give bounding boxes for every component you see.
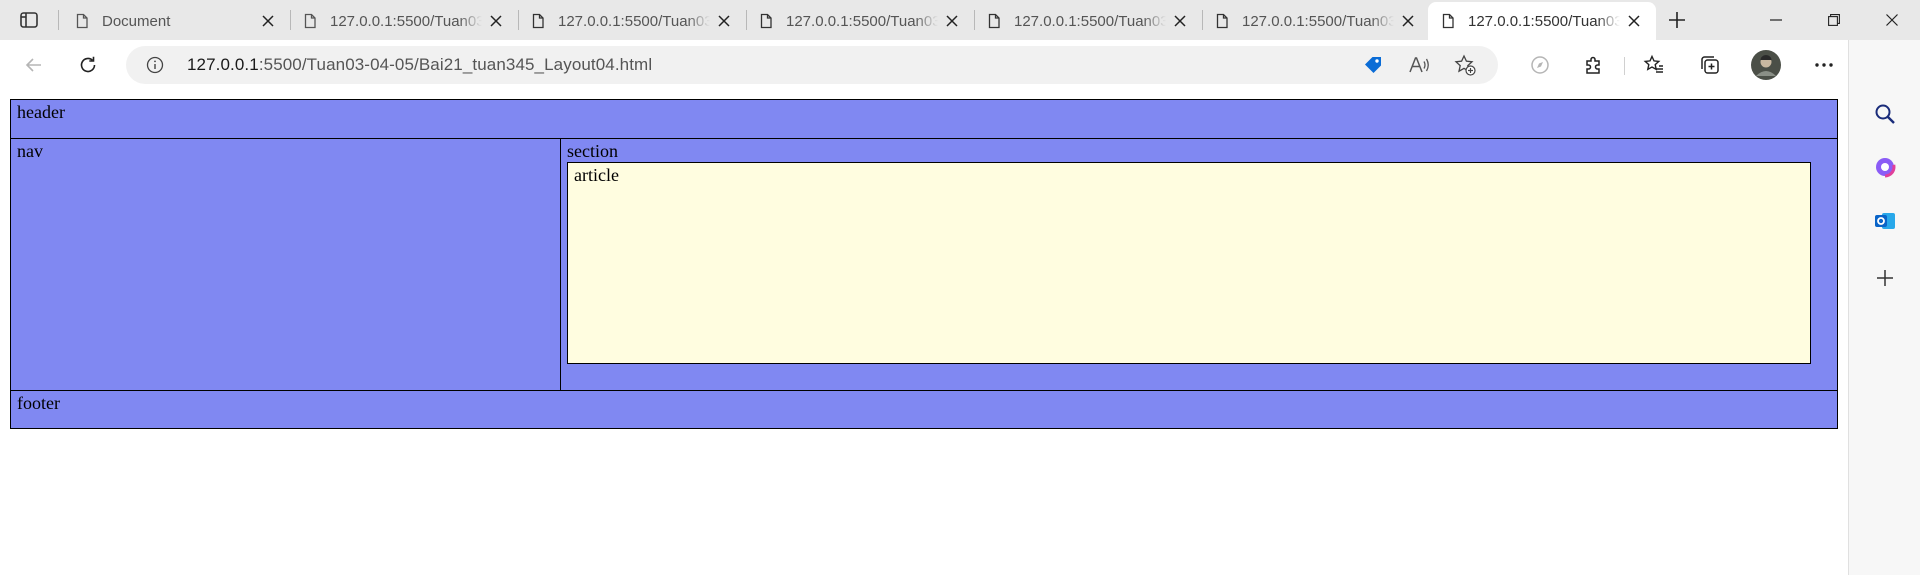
- url-path: :5500/Tuan03-04-05/Bai21_tuan345_Layout0…: [258, 55, 653, 74]
- page-viewport: header nav section article footer: [0, 90, 1848, 575]
- plus-icon: [1669, 12, 1685, 28]
- address-bar[interactable]: 127.0.0.1:5500/Tuan03-04-05/Bai21_tuan34…: [126, 46, 1498, 84]
- tab-divider: [58, 10, 59, 30]
- tab-1[interactable]: 127.0.0.1:5500/Tuan03-04-05/Bai20.html: [290, 2, 518, 40]
- profile-avatar[interactable]: [1750, 49, 1782, 81]
- search-icon: [1875, 104, 1895, 124]
- tab-6-active[interactable]: 127.0.0.1:5500/Tuan03-04-05/Bai21_tuan34…: [1428, 2, 1656, 40]
- favorites-icon: [1643, 54, 1663, 73]
- new-tab-button[interactable]: [1662, 6, 1692, 34]
- page-icon: [304, 13, 316, 29]
- plus-icon: [1877, 270, 1893, 286]
- tab-0[interactable]: Document: [62, 2, 290, 40]
- refresh-button[interactable]: [72, 49, 104, 81]
- header-text: header: [17, 102, 65, 122]
- minimize-icon: [1770, 19, 1782, 21]
- close-window-button[interactable]: [1864, 0, 1920, 40]
- close-icon[interactable]: [944, 13, 960, 29]
- minimize-button[interactable]: [1748, 0, 1804, 40]
- favorites-button[interactable]: [1638, 49, 1670, 81]
- avatar: [1751, 50, 1781, 80]
- toolbar-divider: [1624, 57, 1625, 75]
- restore-icon: [1828, 14, 1840, 26]
- copilot-icon: [1874, 156, 1896, 178]
- add-sidebar-app-button[interactable]: [1869, 262, 1901, 294]
- url-text[interactable]: 127.0.0.1:5500/Tuan03-04-05/Bai21_tuan34…: [187, 55, 652, 75]
- close-icon[interactable]: [1626, 13, 1642, 29]
- tab-title: 127.0.0.1:5500/Tuan03-04-05/Bai20.html: [330, 12, 482, 30]
- info-icon[interactable]: [146, 56, 164, 74]
- layout-middle-row: nav section article: [10, 139, 1838, 391]
- collections-icon: [1701, 56, 1719, 74]
- collections-button[interactable]: [1694, 49, 1726, 81]
- layout-footer: footer: [10, 391, 1838, 429]
- tab-strip: Document 127.0.0.1:5500/Tuan03-04-05/Bai…: [0, 0, 1920, 40]
- browser-essentials-button[interactable]: [1524, 49, 1556, 81]
- read-aloud-icon[interactable]: [1408, 54, 1430, 76]
- tab-4[interactable]: 127.0.0.1:5500/Tuan03-04-05/Bai21_tuan34…: [974, 2, 1202, 40]
- page-icon: [1216, 13, 1228, 29]
- nav-text: nav: [17, 141, 43, 161]
- footer-text: footer: [17, 393, 60, 413]
- tag-icon[interactable]: [1362, 54, 1384, 76]
- page-icon: [1442, 13, 1454, 29]
- outlook-icon: [1875, 213, 1895, 229]
- layout-article: article: [567, 162, 1811, 364]
- restore-button[interactable]: [1806, 0, 1862, 40]
- article-text: article: [574, 165, 619, 185]
- url-host: 127.0.0.1: [187, 55, 259, 74]
- puzzle-icon: [1586, 56, 1600, 74]
- page-icon: [988, 13, 1000, 29]
- refresh-icon: [80, 56, 96, 73]
- browser-toolbar: 127.0.0.1:5500/Tuan03-04-05/Bai21_tuan34…: [0, 40, 1920, 90]
- compass-icon: [1531, 56, 1549, 74]
- close-icon[interactable]: [260, 13, 276, 29]
- close-icon[interactable]: [488, 13, 504, 29]
- back-button[interactable]: [18, 49, 50, 81]
- tab-title: 127.0.0.1:5500/Tuan03-04-05/Bai21_tuan34…: [1014, 12, 1166, 30]
- tab-actions-icon[interactable]: [13, 6, 45, 34]
- page-icon: [532, 13, 544, 29]
- search-button[interactable]: [1869, 98, 1901, 130]
- layout-page: header nav section article footer: [10, 99, 1838, 429]
- layout-section: section article: [561, 139, 1838, 391]
- tab-title: 127.0.0.1:5500/Tuan03-04-05/Bai21_tuan34…: [786, 12, 938, 30]
- page-icon: [760, 13, 772, 29]
- more-button[interactable]: [1808, 49, 1840, 81]
- ellipsis-icon: [1815, 63, 1833, 67]
- layout-header: header: [10, 99, 1838, 139]
- tab-title: 127.0.0.1:5500/Tuan03-04-05/Bai21_tuan34…: [1468, 12, 1620, 30]
- extensions-button[interactable]: [1578, 49, 1610, 81]
- copilot-button[interactable]: [1869, 151, 1901, 183]
- close-icon[interactable]: [1400, 13, 1416, 29]
- side-panel: [1848, 40, 1920, 575]
- close-icon: [1886, 14, 1898, 26]
- tab-title: 127.0.0.1:5500/Tuan03-04-05/Bai21_tuan34…: [1242, 12, 1394, 30]
- outlook-button[interactable]: [1869, 205, 1901, 237]
- close-icon[interactable]: [1172, 13, 1188, 29]
- tab-title: 127.0.0.1:5500/Tuan03-04-05/Bai21.html: [558, 12, 710, 30]
- tab-5[interactable]: 127.0.0.1:5500/Tuan03-04-05/Bai21_tuan34…: [1202, 2, 1430, 40]
- close-icon[interactable]: [716, 13, 732, 29]
- section-text: section: [567, 141, 618, 161]
- tab-title: Document: [102, 12, 171, 30]
- back-arrow-icon: [25, 58, 41, 72]
- star-plus-icon[interactable]: [1454, 54, 1476, 76]
- tab-3[interactable]: 127.0.0.1:5500/Tuan03-04-05/Bai21_tuan34…: [746, 2, 974, 40]
- tab-2[interactable]: 127.0.0.1:5500/Tuan03-04-05/Bai21.html: [518, 2, 746, 40]
- page-icon: [76, 13, 88, 29]
- layout-nav: nav: [10, 139, 561, 391]
